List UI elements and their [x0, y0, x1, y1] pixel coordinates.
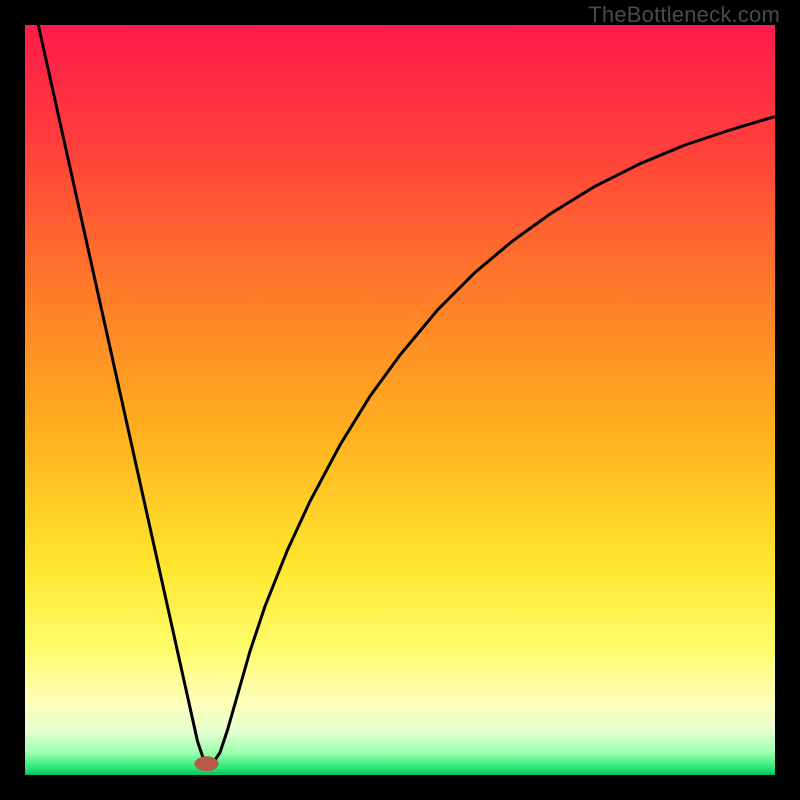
chart-frame: TheBottleneck.com: [0, 0, 800, 800]
optimum-marker: [195, 756, 219, 771]
bottleneck-chart: [25, 25, 775, 775]
gradient-background: [25, 25, 775, 775]
